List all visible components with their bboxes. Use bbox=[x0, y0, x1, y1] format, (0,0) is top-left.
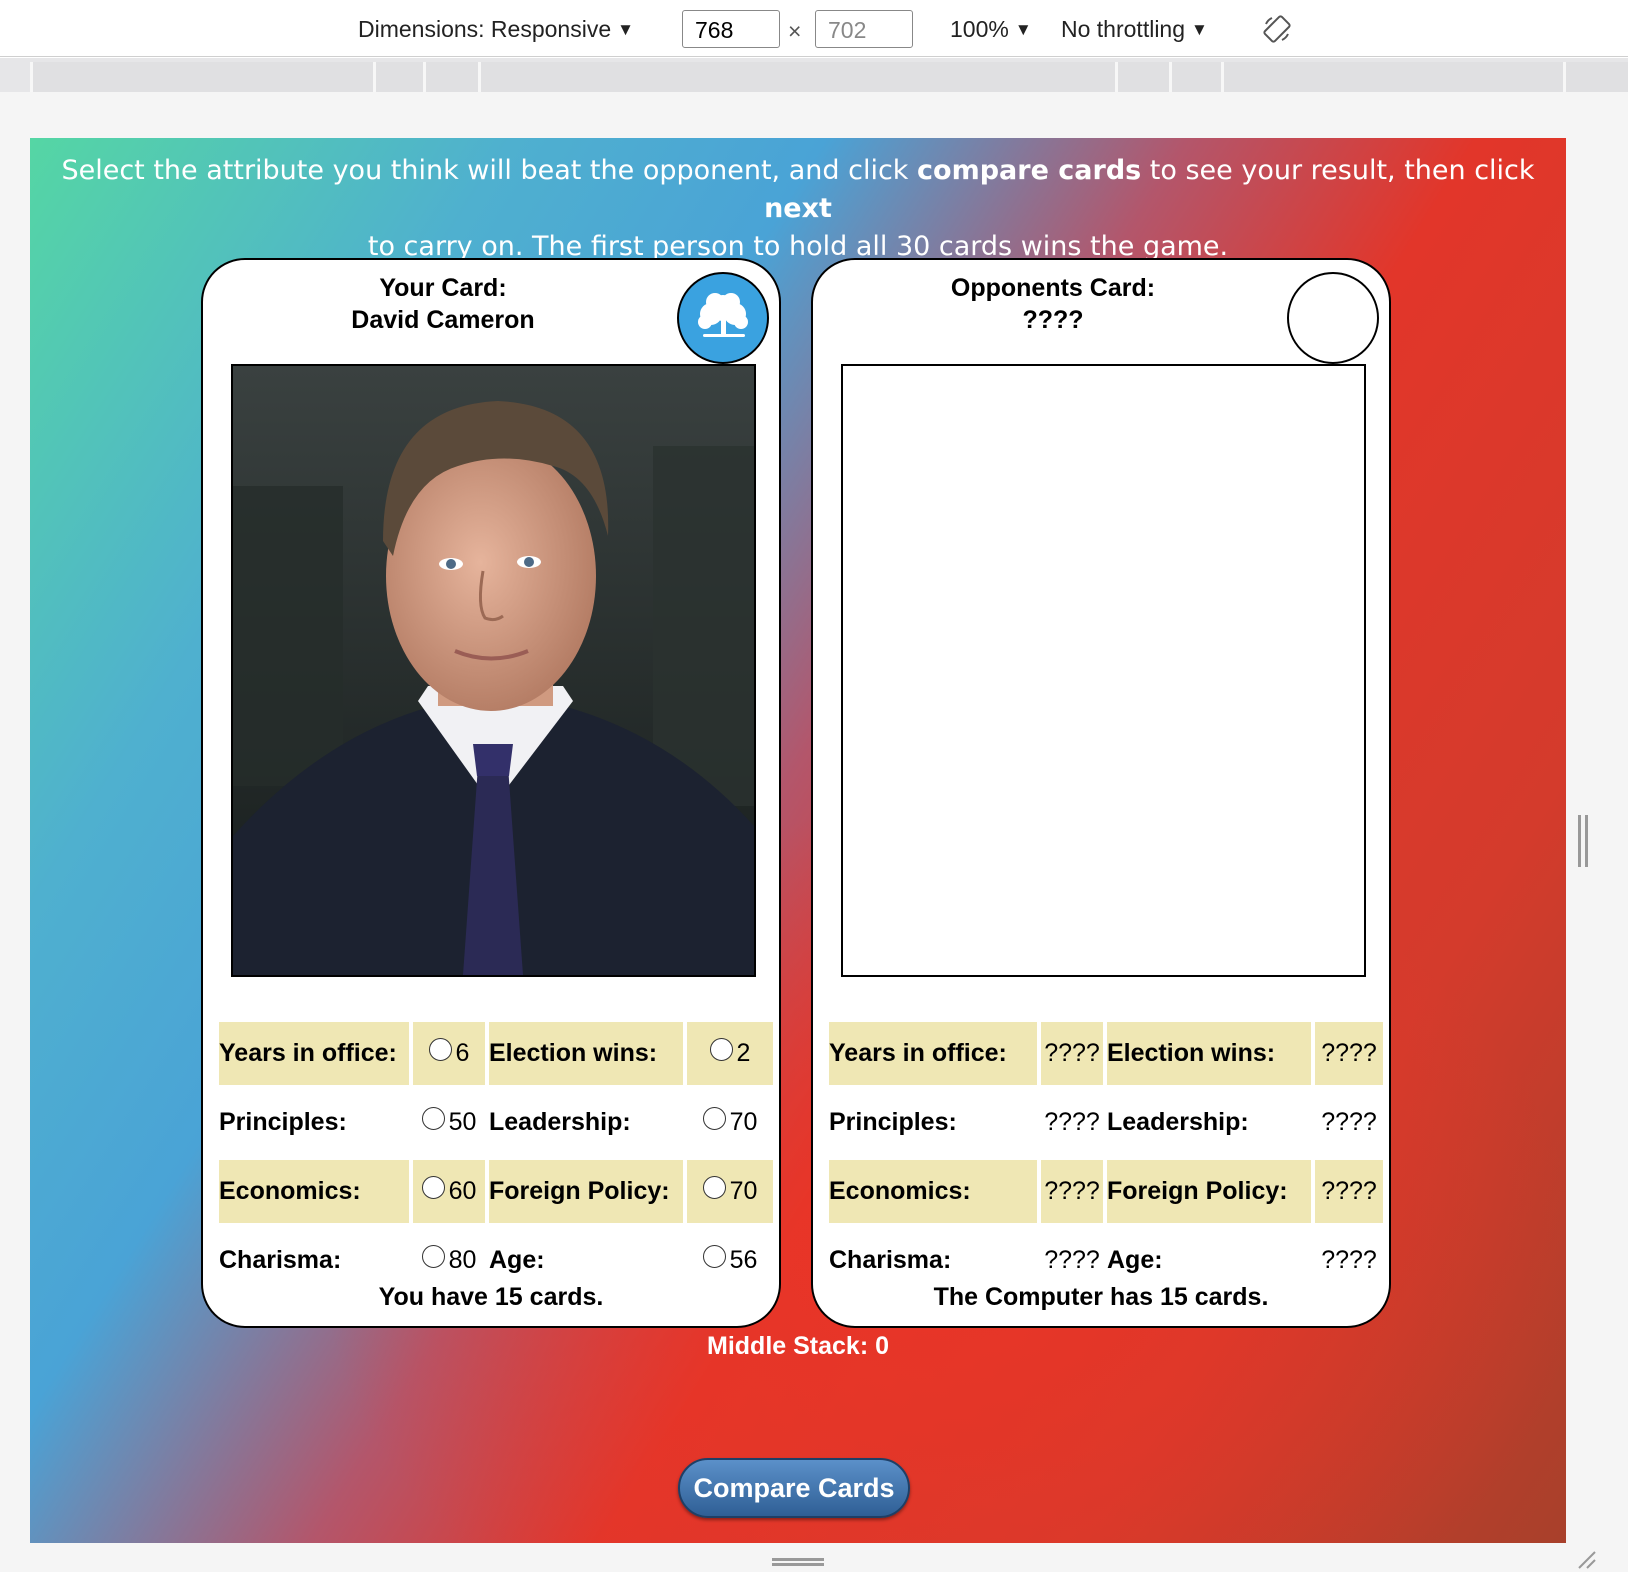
stats-row: Principles: ???? Leadership: ???? bbox=[829, 1091, 1383, 1154]
radio-button[interactable] bbox=[428, 1037, 452, 1061]
stat-label: Years in office: bbox=[829, 1022, 1037, 1085]
stats-row: Years in office: ???? Election wins: ???… bbox=[829, 1022, 1383, 1085]
throttling-label: No throttling bbox=[1061, 16, 1186, 42]
stat-option-leadership[interactable]: 70 bbox=[687, 1091, 773, 1154]
stat-label: Foreign Policy: bbox=[1107, 1160, 1311, 1223]
stat-value: 60 bbox=[448, 1177, 477, 1205]
stat-option-years-in-office[interactable]: 6 bbox=[413, 1022, 485, 1085]
width-input[interactable]: 768 bbox=[682, 10, 780, 48]
dimensions-label: Dimensions: Responsive bbox=[358, 16, 612, 42]
ruler-segment[interactable] bbox=[373, 62, 424, 92]
stat-value: 70 bbox=[729, 1108, 758, 1136]
instructions-emphasis: next bbox=[764, 193, 832, 224]
politician-photo bbox=[231, 364, 756, 977]
stat-value: ???? bbox=[1041, 1022, 1103, 1085]
radio-button[interactable] bbox=[421, 1175, 445, 1199]
stats-row: Principles: 50 Leadership: 70 bbox=[219, 1091, 773, 1154]
stat-value: ???? bbox=[1044, 1108, 1100, 1136]
opponent-photo-placeholder bbox=[841, 364, 1366, 977]
radio-button[interactable] bbox=[702, 1244, 726, 1268]
media-query-ruler bbox=[0, 58, 1628, 92]
middle-stack-count: Middle Stack: 0 bbox=[707, 1332, 889, 1360]
radio-button[interactable] bbox=[702, 1106, 726, 1130]
player-card: Your Card: David Cameron Years in office… bbox=[201, 258, 781, 1328]
height-input[interactable]: 702 bbox=[815, 10, 913, 48]
opponent-card-count: The Computer has 15 cards. bbox=[933, 1283, 1269, 1311]
devtools-toolbar: Dimensions: Responsive ▼ 768 × 702 100% ▼ … bbox=[0, 0, 1628, 57]
stat-value: ???? bbox=[1321, 1108, 1377, 1136]
opponent-stats-table: Years in office: ???? Election wins: ???… bbox=[825, 1016, 1387, 1298]
opponent-card-heading: Opponents Card: ???? bbox=[813, 272, 1293, 336]
ruler-segment[interactable] bbox=[478, 62, 1117, 92]
stat-label: Principles: bbox=[219, 1108, 347, 1136]
player-stats-table: Years in office: 6 Election wins: 2 Prin… bbox=[215, 1016, 777, 1298]
resize-corner-icon[interactable] bbox=[1575, 1548, 1597, 1570]
stats-row: Years in office: 6 Election wins: 2 bbox=[219, 1022, 773, 1085]
stat-label: Principles: bbox=[829, 1108, 957, 1136]
stat-label: Foreign Policy: bbox=[489, 1160, 683, 1223]
ruler-segment[interactable] bbox=[423, 62, 480, 92]
party-badge bbox=[1287, 272, 1379, 364]
stat-value: 6 bbox=[455, 1039, 470, 1067]
stat-label: Economics: bbox=[829, 1160, 1037, 1223]
stat-label: Leadership: bbox=[489, 1108, 631, 1136]
rotate-icon[interactable] bbox=[1262, 14, 1292, 44]
stat-label: Economics: bbox=[219, 1160, 409, 1223]
ruler-segment[interactable] bbox=[30, 62, 375, 92]
zoom-dropdown[interactable]: 100% ▼ bbox=[950, 16, 1032, 43]
player-name: David Cameron bbox=[351, 306, 535, 334]
card-heading-label: Your Card: bbox=[379, 274, 507, 302]
stats-row: Economics: ???? Foreign Policy: ???? bbox=[829, 1160, 1383, 1223]
opponent-name: ???? bbox=[1022, 306, 1084, 334]
compare-cards-button[interactable]: Compare Cards bbox=[678, 1458, 910, 1518]
stat-value: ???? bbox=[1315, 1022, 1383, 1085]
stat-label: Election wins: bbox=[1107, 1022, 1311, 1085]
ruler-segment[interactable] bbox=[1115, 62, 1170, 92]
stat-option-economics[interactable]: 60 bbox=[413, 1160, 485, 1223]
chevron-down-icon: ▼ bbox=[1191, 20, 1208, 39]
instructions-part: Select the attribute you think will beat… bbox=[61, 155, 918, 186]
instructions-text: Select the attribute you think will beat… bbox=[30, 152, 1566, 266]
stat-value: 50 bbox=[448, 1108, 477, 1136]
chevron-down-icon: ▼ bbox=[1014, 20, 1032, 39]
resize-handle-bottom[interactable] bbox=[772, 1558, 824, 1566]
stat-label: Election wins: bbox=[489, 1022, 683, 1085]
radio-button[interactable] bbox=[421, 1106, 445, 1130]
ruler-segment[interactable] bbox=[1221, 62, 1564, 92]
radio-button[interactable] bbox=[709, 1037, 733, 1061]
stat-value: 2 bbox=[736, 1039, 751, 1067]
player-card-heading: Your Card: David Cameron bbox=[203, 272, 683, 336]
stat-value: ???? bbox=[1315, 1160, 1383, 1223]
opponent-card: Opponents Card: ???? Years in office: ??… bbox=[811, 258, 1391, 1328]
resize-handle-right[interactable] bbox=[1578, 815, 1588, 867]
zoom-label: 100% bbox=[950, 16, 1009, 42]
stats-row: Economics: 60 Foreign Policy: 70 bbox=[219, 1160, 773, 1223]
stat-label: Years in office: bbox=[219, 1022, 409, 1085]
stat-option-election-wins[interactable]: 2 bbox=[687, 1022, 773, 1085]
chevron-down-icon: ▼ bbox=[617, 20, 634, 39]
instructions-emphasis: compare cards bbox=[917, 155, 1142, 186]
stat-value: 80 bbox=[448, 1246, 477, 1274]
ruler-segment[interactable] bbox=[1563, 62, 1628, 92]
radio-button[interactable] bbox=[702, 1175, 726, 1199]
ruler-segment[interactable] bbox=[1169, 62, 1222, 92]
times-icon: × bbox=[788, 18, 802, 44]
stat-value: 70 bbox=[729, 1177, 758, 1205]
stat-value: ???? bbox=[1041, 1160, 1103, 1223]
game-viewport: Select the attribute you think will beat… bbox=[30, 138, 1566, 1543]
stat-label: Leadership: bbox=[1107, 1108, 1249, 1136]
stat-option-principles[interactable]: 50 bbox=[413, 1091, 485, 1154]
card-heading-label: Opponents Card: bbox=[950, 274, 1156, 302]
party-badge bbox=[677, 272, 769, 364]
dimensions-dropdown[interactable]: Dimensions: Responsive ▼ bbox=[358, 16, 634, 43]
oak-tree-icon bbox=[698, 293, 748, 337]
stat-option-foreign-policy[interactable]: 70 bbox=[687, 1160, 773, 1223]
instructions-part: to see your result, then click bbox=[1141, 155, 1535, 186]
stat-value: 56 bbox=[729, 1246, 758, 1274]
throttling-dropdown[interactable]: No throttling ▼ bbox=[1061, 16, 1208, 43]
radio-button[interactable] bbox=[421, 1244, 445, 1268]
player-card-count: You have 15 cards. bbox=[378, 1283, 604, 1311]
